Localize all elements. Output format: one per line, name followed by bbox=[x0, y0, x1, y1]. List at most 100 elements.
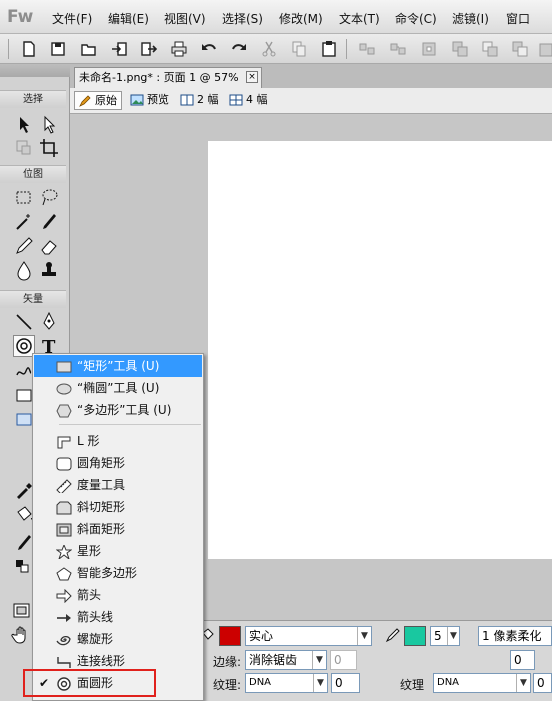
flyout-item-rectangle[interactable]: “矩形”工具 (U) bbox=[34, 355, 202, 377]
tools-section-vector: 矢量 bbox=[0, 290, 66, 308]
chevron-down-icon: ▼ bbox=[312, 651, 326, 669]
combine-icon[interactable] bbox=[420, 40, 438, 58]
flyout-item-label: “多边形”工具 (U) bbox=[77, 403, 172, 417]
texture-value: DNA bbox=[249, 677, 272, 688]
line-tool-icon[interactable] bbox=[13, 311, 35, 333]
flyout-item-label: 连接线形 bbox=[77, 654, 126, 668]
stroke-size-field[interactable]: 5 ▼ bbox=[430, 626, 460, 646]
import-icon[interactable] bbox=[110, 40, 128, 58]
undo-icon[interactable] bbox=[200, 40, 218, 58]
magic-wand-tool-icon[interactable] bbox=[13, 211, 35, 233]
texture-amount-field[interactable]: 0 bbox=[331, 673, 360, 693]
print-icon[interactable] bbox=[170, 40, 188, 58]
document-tab-title: 未命名-1.png* : 页面 1 @ 57% bbox=[79, 71, 239, 84]
group-icon[interactable] bbox=[358, 40, 376, 58]
app-logo: Fw bbox=[7, 7, 33, 27]
toolbar-separator bbox=[346, 39, 347, 59]
menu-select[interactable]: 选择(S) bbox=[222, 10, 263, 27]
flyout-item-rounded-rectangle[interactable]: 圆角矩形 bbox=[34, 452, 202, 474]
flyout-item-label: 圆角矩形 bbox=[77, 456, 126, 470]
menu-edit[interactable]: 编辑(E) bbox=[108, 10, 149, 27]
flyout-item-arrow-line[interactable]: 箭头线 bbox=[34, 606, 202, 628]
cut-icon[interactable] bbox=[260, 40, 278, 58]
menu-text[interactable]: 文本(T) bbox=[339, 10, 380, 27]
flyout-item-l-shape[interactable]: L 形 bbox=[34, 430, 202, 452]
flyout-item-polygon[interactable]: “多边形”工具 (U) bbox=[34, 399, 202, 421]
menu-commands[interactable]: 命令(C) bbox=[395, 10, 437, 27]
open-icon[interactable] bbox=[80, 40, 98, 58]
save-icon[interactable] bbox=[49, 40, 67, 58]
edge-amount-field[interactable]: 0 bbox=[330, 650, 357, 670]
marquee-tool-icon[interactable] bbox=[13, 187, 35, 209]
redo-icon[interactable] bbox=[230, 40, 248, 58]
subselect-tool-icon[interactable] bbox=[38, 114, 60, 136]
new-icon[interactable] bbox=[20, 40, 38, 58]
edge-amount-value: 0 bbox=[334, 653, 342, 667]
view-4up-button[interactable]: 4 幅 bbox=[226, 91, 272, 110]
view-original-button[interactable]: 原始 bbox=[74, 91, 122, 110]
flyout-item-star[interactable]: 星形 bbox=[34, 540, 202, 562]
flyout-item-smart-polygon[interactable]: 智能多边形 bbox=[34, 562, 202, 584]
pointer-tool-icon[interactable] bbox=[13, 114, 35, 136]
stroke-texture-amount-value: 0 bbox=[537, 676, 545, 690]
flyout-item-label: 度量工具 bbox=[77, 478, 126, 492]
connector-icon bbox=[56, 654, 72, 668]
menu-modify[interactable]: 修改(M) bbox=[279, 10, 323, 27]
document-canvas[interactable] bbox=[208, 141, 552, 559]
brush-tool-icon[interactable] bbox=[38, 211, 60, 233]
scale-tool-icon[interactable] bbox=[13, 137, 35, 159]
flyout-item-chamfer-rectangle[interactable]: 斜切矩形 bbox=[34, 496, 202, 518]
main-toolbar bbox=[0, 34, 552, 64]
flyout-item-ellipse[interactable]: “椭圆”工具 (U) bbox=[34, 377, 202, 399]
intersect-icon[interactable] bbox=[481, 40, 499, 58]
crop-icon[interactable] bbox=[536, 40, 552, 58]
tools-panel-grip[interactable] bbox=[0, 64, 70, 77]
flyout-item-label: 斜切矩形 bbox=[77, 500, 126, 514]
menu-filters[interactable]: 滤镜(I) bbox=[452, 10, 489, 27]
stroke-type-select[interactable]: 1 像素柔化 bbox=[478, 626, 552, 646]
punch-icon[interactable] bbox=[511, 40, 529, 58]
menu-file[interactable]: 文件(F) bbox=[52, 10, 92, 27]
paste-icon[interactable] bbox=[320, 40, 338, 58]
standard-screen-mode-icon[interactable] bbox=[11, 600, 33, 622]
view-2up-button[interactable]: 2 幅 bbox=[177, 91, 223, 110]
flyout-item-arrow[interactable]: 箭头 bbox=[34, 584, 202, 606]
flyout-item-label: 智能多边形 bbox=[77, 566, 138, 580]
pencil-stroke-icon bbox=[385, 627, 401, 643]
stroke-texture-select[interactable]: DNA ▼ bbox=[433, 673, 531, 693]
ungroup-icon[interactable] bbox=[389, 40, 407, 58]
stroke-texture-amount-field[interactable]: 0 bbox=[533, 673, 552, 693]
blur-tool-icon[interactable] bbox=[13, 259, 35, 281]
edge-select[interactable]: 消除锯齿 ▼ bbox=[245, 650, 327, 670]
texture-select[interactable]: DNA ▼ bbox=[245, 673, 328, 693]
fill-color-swatch[interactable] bbox=[219, 626, 241, 646]
menu-view[interactable]: 视图(V) bbox=[164, 10, 206, 27]
stroke-color-swatch[interactable] bbox=[404, 626, 426, 646]
pencil-icon bbox=[78, 95, 92, 107]
crop-tool-icon[interactable] bbox=[38, 137, 60, 159]
hand-tool-icon[interactable] bbox=[11, 624, 33, 646]
texture-label: 纹理: bbox=[213, 678, 242, 692]
pencil-tool-icon[interactable] bbox=[13, 235, 35, 257]
flyout-item-measure[interactable]: 度量工具 bbox=[34, 474, 202, 496]
eraser-tool-icon[interactable] bbox=[38, 235, 60, 257]
flyout-separator bbox=[59, 424, 201, 425]
l-shape-icon bbox=[56, 434, 72, 449]
fill-type-value: 实心 bbox=[249, 629, 274, 643]
edge2-amount-field[interactable]: 0 bbox=[510, 650, 535, 670]
pen-tool-icon[interactable] bbox=[38, 311, 60, 333]
copy-icon[interactable] bbox=[290, 40, 308, 58]
document-tab[interactable]: 未命名-1.png* : 页面 1 @ 57% × bbox=[74, 67, 262, 88]
shape-tool-flyout-menu: “矩形”工具 (U) “椭圆”工具 (U) “多边形”工具 (U) L 形 圆角… bbox=[32, 353, 204, 701]
flyout-item-spiral[interactable]: 螺旋形 bbox=[34, 628, 202, 650]
view-preview-button[interactable]: 预览 bbox=[127, 91, 173, 110]
close-icon[interactable]: × bbox=[246, 71, 258, 83]
lasso-tool-icon[interactable] bbox=[38, 187, 60, 209]
menu-window[interactable]: 窗口 bbox=[506, 10, 530, 27]
flyout-item-bevel-rectangle[interactable]: 斜面矩形 bbox=[34, 518, 202, 540]
export-icon[interactable] bbox=[140, 40, 158, 58]
rubber-stamp-tool-icon[interactable] bbox=[38, 259, 60, 281]
fill-type-select[interactable]: 实心 ▼ bbox=[245, 626, 372, 646]
union-icon[interactable] bbox=[451, 40, 469, 58]
menu-bar: Fw 文件(F) 编辑(E) 视图(V) 选择(S) 修改(M) 文本(T) 命… bbox=[0, 0, 552, 34]
